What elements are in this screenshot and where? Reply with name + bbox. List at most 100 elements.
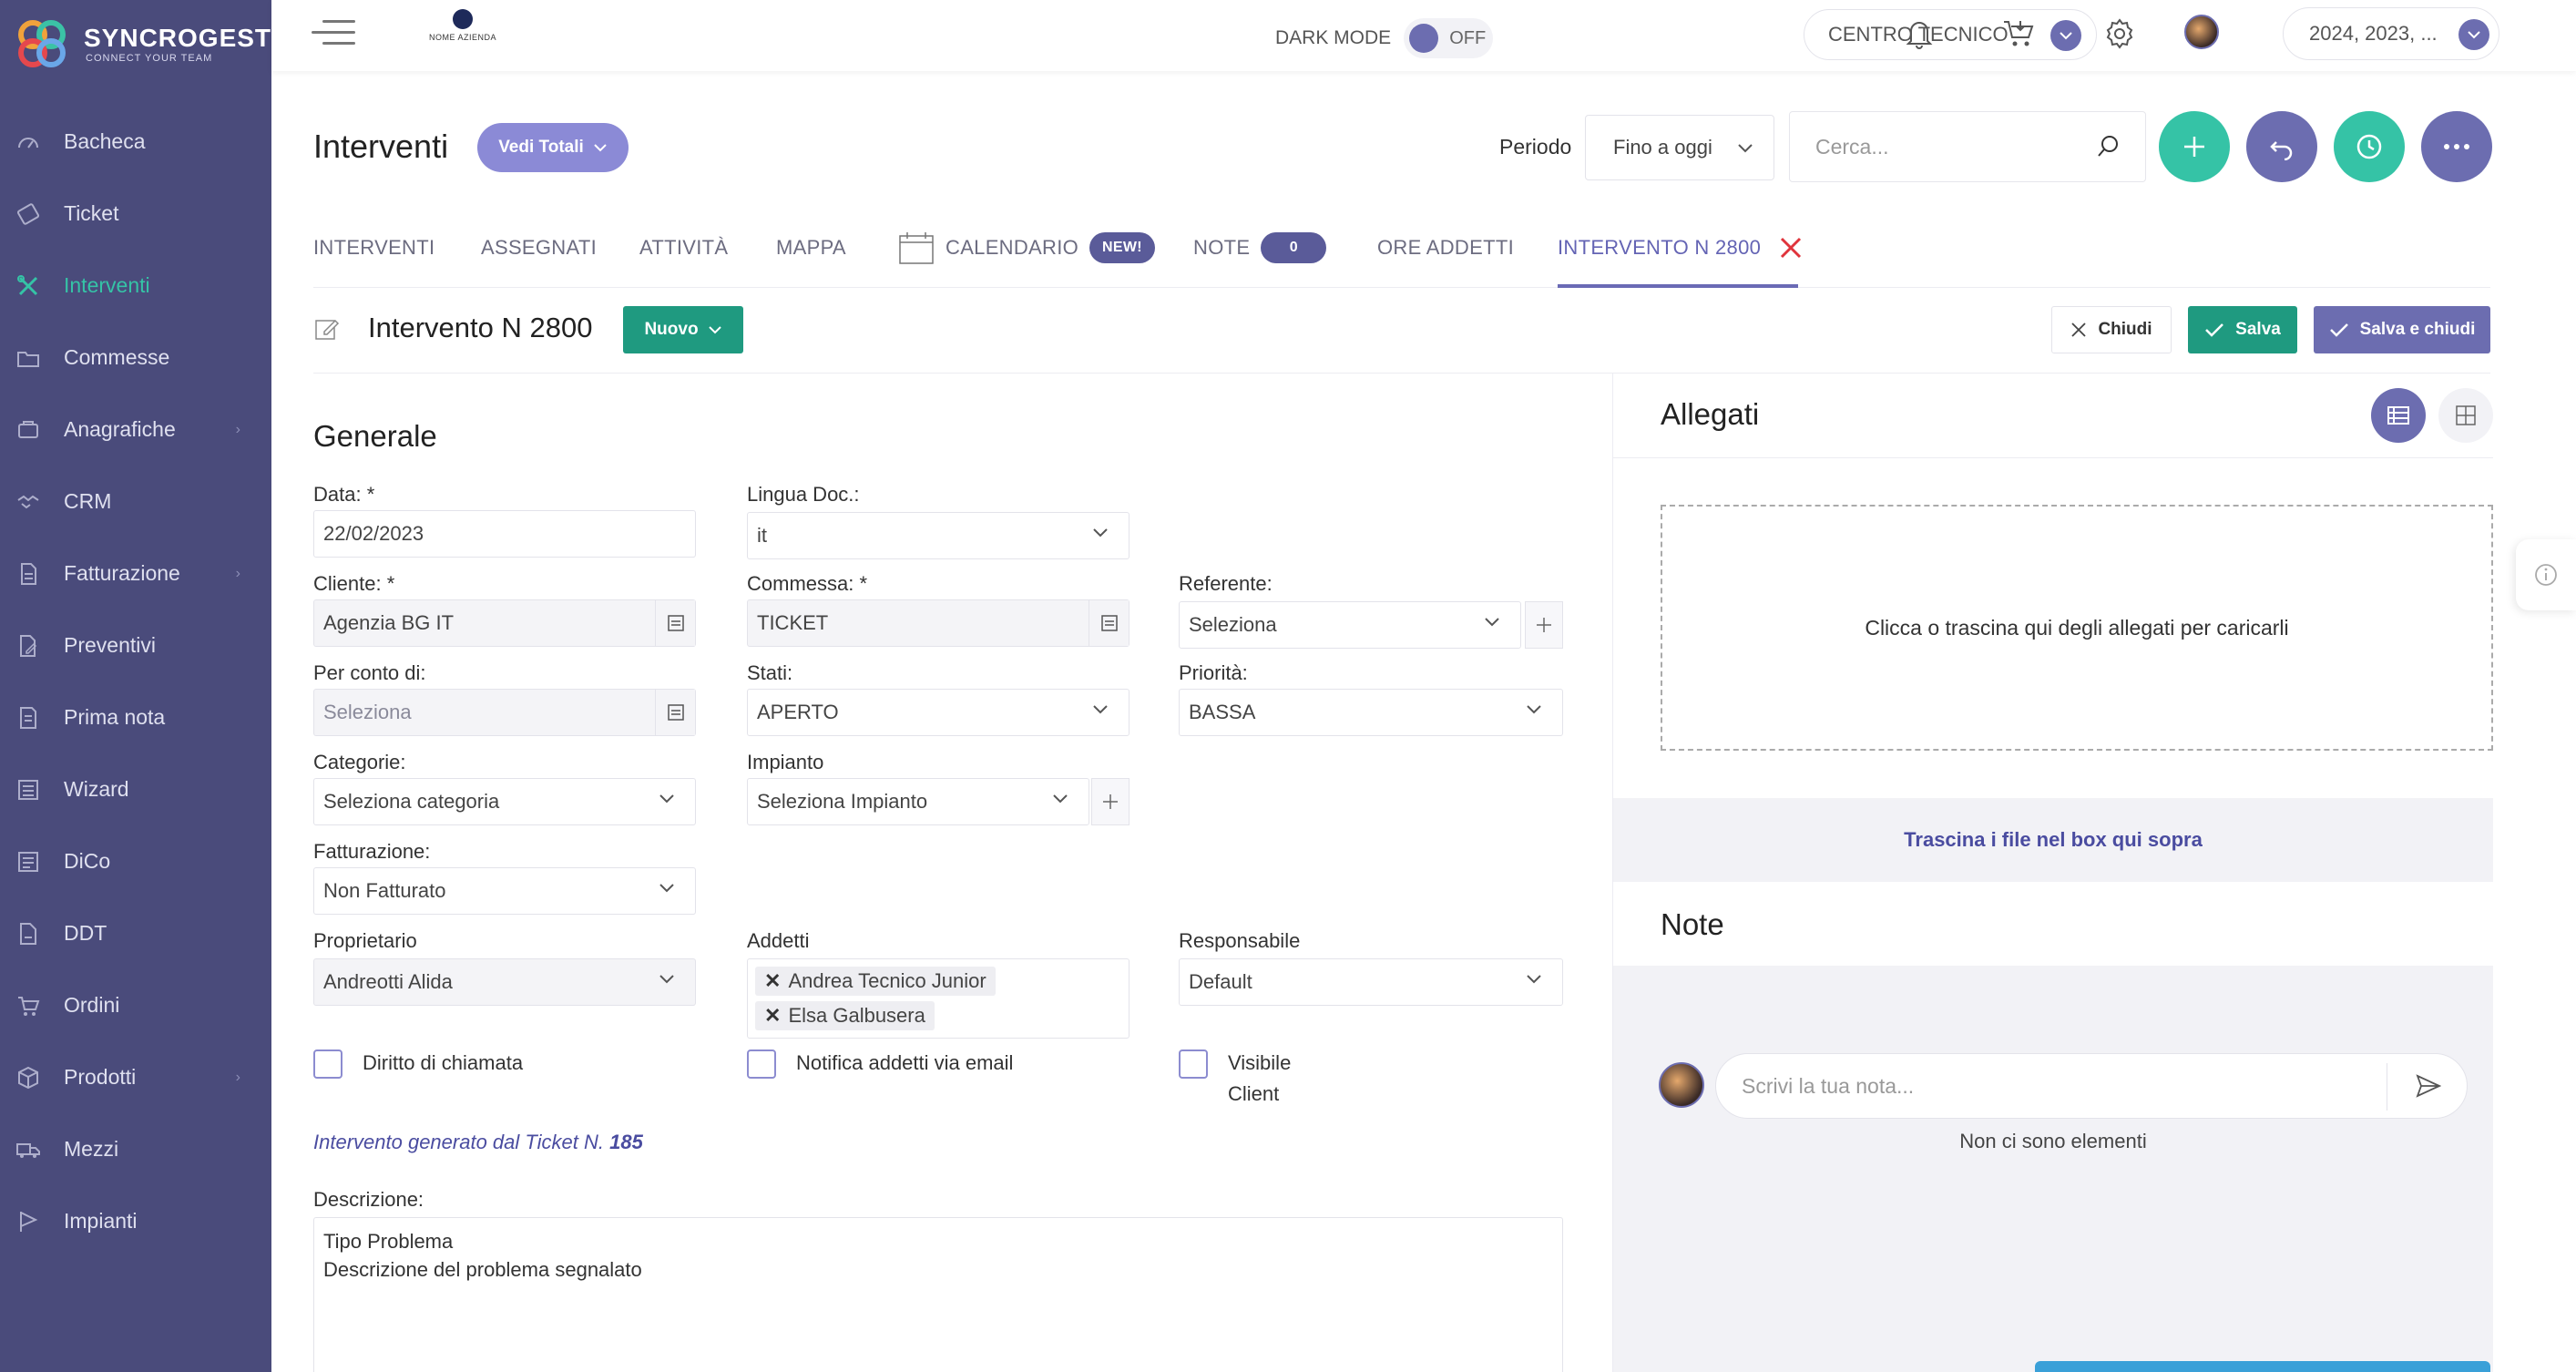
diritto-chiamata-checkbox[interactable] [313,1049,342,1079]
tab-mappa[interactable]: MAPPA [776,230,846,266]
search-input[interactable] [1790,112,2081,181]
sidebar-item-label: DiCo [64,849,111,873]
tab-ore-addetti[interactable]: ORE ADDETTI [1377,230,1514,266]
list-view-button[interactable] [2371,388,2426,443]
lingua-select[interactable]: it [747,512,1130,559]
sidebar-item-ticket[interactable]: Ticket [0,178,271,250]
tab-note[interactable]: NOTE 0 [1193,230,1327,266]
note-input[interactable] [1716,1054,2387,1118]
bell-icon[interactable] [1898,13,1940,55]
tab-note-label: NOTE [1193,236,1251,259]
notifica-addetti-checkbox[interactable] [747,1049,776,1079]
periodo-select[interactable]: Fino a oggi [1585,115,1774,180]
grid-view-button[interactable] [2438,388,2493,443]
tab-calendario[interactable]: CALENDARIO NEW! [898,230,1155,266]
year-select-value: 2024, 2023, ... [2309,22,2438,45]
sidebar-item-mezzi[interactable]: Mezzi [0,1113,271,1185]
impianto-select[interactable]: Seleziona Impianto [747,778,1089,825]
commessa-field[interactable]: TICKET [747,599,1130,647]
categorie-select[interactable]: Seleziona categoria [313,778,696,825]
sidebar-item-prodotti[interactable]: Prodotti › [0,1041,271,1113]
remove-tag-icon[interactable]: ✕ [764,969,781,993]
referente-select[interactable]: Seleziona [1179,601,1521,649]
search-icon[interactable] [2096,134,2121,159]
addetto-tag[interactable]: ✕ Elsa Galbusera [755,1001,935,1030]
cart-download-icon[interactable] [1998,13,2040,55]
salva-e-chiudi-button[interactable]: Salva e chiudi [2314,306,2490,353]
timer-button[interactable] [2334,111,2405,182]
more-options-button[interactable] [2421,111,2492,182]
sidebar-item-wizard[interactable]: Wizard [0,753,271,825]
sidebar-item-interventi[interactable]: Interventi [0,250,271,322]
sidebar-item-anagrafiche[interactable]: Anagrafiche › [0,394,271,466]
addetto-tag[interactable]: ✕ Andrea Tecnico Junior [755,967,996,996]
contacts-icon [15,416,42,444]
chevron-down-icon [1527,705,1541,714]
info-side-tab[interactable] [2516,539,2576,610]
stati-value: APERTO [757,701,839,723]
remove-tag-icon[interactable]: ✕ [764,1004,781,1028]
chiudi-button[interactable]: Chiudi [2051,306,2172,353]
add-button[interactable] [2159,111,2230,182]
brand-logo[interactable]: SYNCROGEST CONNECT YOUR TEAM [13,15,271,77]
cliente-field[interactable]: Agenzia BG IT [313,599,696,647]
per-conto-field[interactable]: Seleziona [313,689,696,736]
bottom-chat-bar[interactable] [2035,1361,2490,1372]
diritto-chiamata-label: Diritto di chiamata [363,1051,524,1074]
tab-intervento-2800[interactable]: INTERVENTO N 2800 [1558,230,1803,266]
priorita-select[interactable]: BASSA [1179,689,1563,736]
hamburger-menu-icon[interactable] [312,20,355,49]
ticket-number-link[interactable]: 185 [609,1131,643,1153]
sidebar-item-ordini[interactable]: Ordini [0,969,271,1041]
add-referente-button[interactable] [1525,601,1563,649]
addetti-multiselect[interactable]: ✕ Andrea Tecnico Junior ✕ Elsa Galbusera [747,958,1130,1039]
salva-button[interactable]: Salva [2188,306,2297,353]
proprietario-select[interactable]: Andreotti Alida [313,958,696,1006]
stati-select[interactable]: APERTO [747,689,1130,736]
tab-attivita[interactable]: ATTIVITÀ [639,230,728,266]
sidebar-item-bacheca[interactable]: Bacheca [0,106,271,178]
visibile-client-checkbox[interactable] [1179,1049,1208,1079]
check-icon [2329,323,2348,337]
sidebar-item-preventivi[interactable]: Preventivi [0,609,271,681]
tab-bar: INTERVENTI ASSEGNATI ATTIVITÀ MAPPA CALE… [313,211,2490,288]
chevron-down-icon [2050,20,2081,51]
list-picker-icon[interactable] [655,600,695,646]
sidebar-item-impianti[interactable]: Impianti [0,1185,271,1257]
sidebar-item-ddt[interactable]: DDT [0,897,271,969]
vedi-totali-label: Vedi Totali [498,138,584,157]
attachments-dropzone[interactable]: Clicca o trascina qui degli allegati per… [1661,505,2493,751]
edit-icon[interactable] [313,315,341,343]
gear-icon[interactable] [2099,13,2141,55]
back-button[interactable] [2246,111,2317,182]
vedi-totali-button[interactable]: Vedi Totali [477,123,629,172]
sidebar-item-crm[interactable]: CRM [0,466,271,538]
send-icon[interactable] [2416,1074,2441,1098]
center-select[interactable]: CENTRO TECNICO [1804,9,2097,60]
list-picker-icon[interactable] [1089,600,1129,646]
descrizione-textarea[interactable]: Tipo Problema Descrizione del problema s… [313,1217,1563,1372]
sidebar-item-commesse[interactable]: Commesse [0,322,271,394]
status-dropdown-button[interactable]: Nuovo [623,306,743,353]
sidebar-item-prima-nota[interactable]: Prima nota [0,681,271,753]
responsabile-select[interactable]: Default [1179,958,1563,1006]
visibile-label: Visibile [1228,1051,1292,1074]
list-picker-icon[interactable] [655,690,695,735]
tab-assegnati[interactable]: ASSEGNATI [481,230,597,266]
note-title: Note [1661,907,1724,941]
close-tab-icon[interactable] [1779,236,1803,260]
user-avatar[interactable] [2184,15,2219,49]
company-logo[interactable]: NOME AZIENDA [426,9,499,55]
tab-interventi[interactable]: INTERVENTI [313,230,434,266]
data-field[interactable]: 22/02/2023 [313,510,696,558]
sidebar-item-dico[interactable]: DiCo [0,825,271,897]
divider [1613,457,2493,458]
dark-mode-toggle[interactable]: OFF [1404,18,1494,58]
year-select[interactable]: 2024, 2023, ... [2283,7,2499,60]
sidebar-item-label: Prima nota [64,705,166,729]
chiudi-label: Chiudi [2098,320,2152,339]
search-box [1789,111,2146,182]
fatturazione-select[interactable]: Non Fatturato [313,867,696,915]
sidebar-item-fatturazione[interactable]: Fatturazione › [0,538,271,609]
add-impianto-button[interactable] [1091,778,1130,825]
